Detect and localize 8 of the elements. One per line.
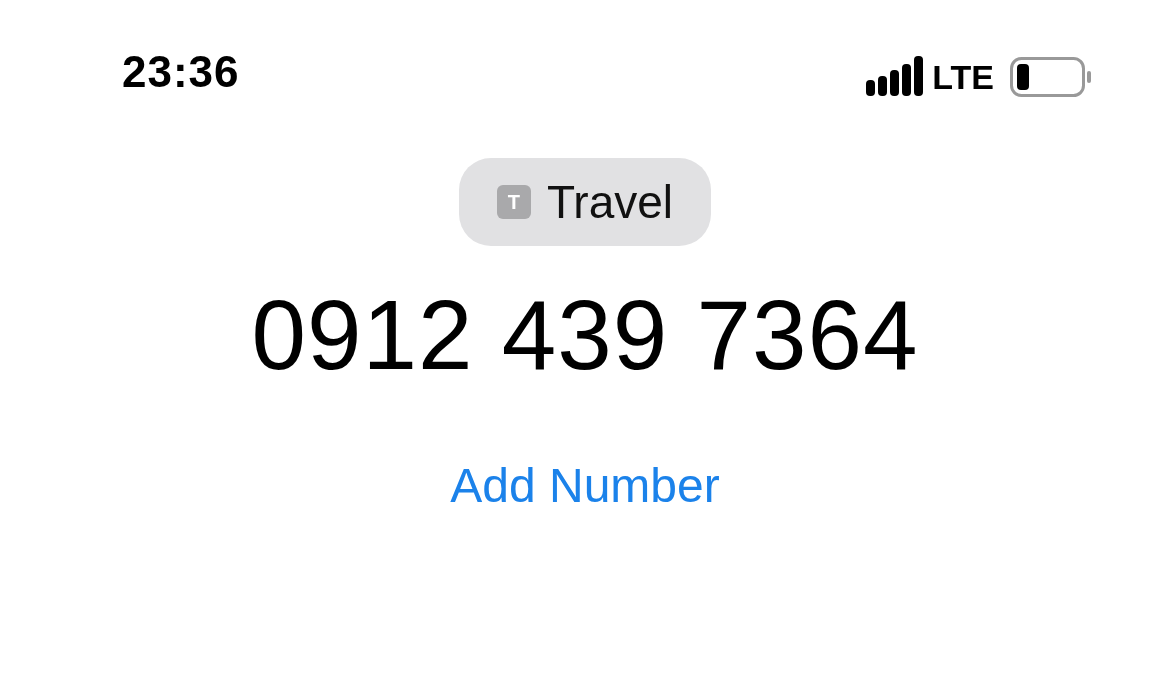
battery-icon: [1010, 57, 1092, 97]
phone-number: 0912 439 7364: [251, 286, 919, 384]
network-type: LTE: [932, 60, 994, 94]
add-number-link[interactable]: Add Number: [450, 462, 720, 510]
status-time: 23:36: [122, 50, 240, 94]
label-icon: T: [496, 185, 531, 219]
signal-icon: [866, 56, 925, 98]
label-button[interactable]: T Travel: [458, 158, 712, 246]
